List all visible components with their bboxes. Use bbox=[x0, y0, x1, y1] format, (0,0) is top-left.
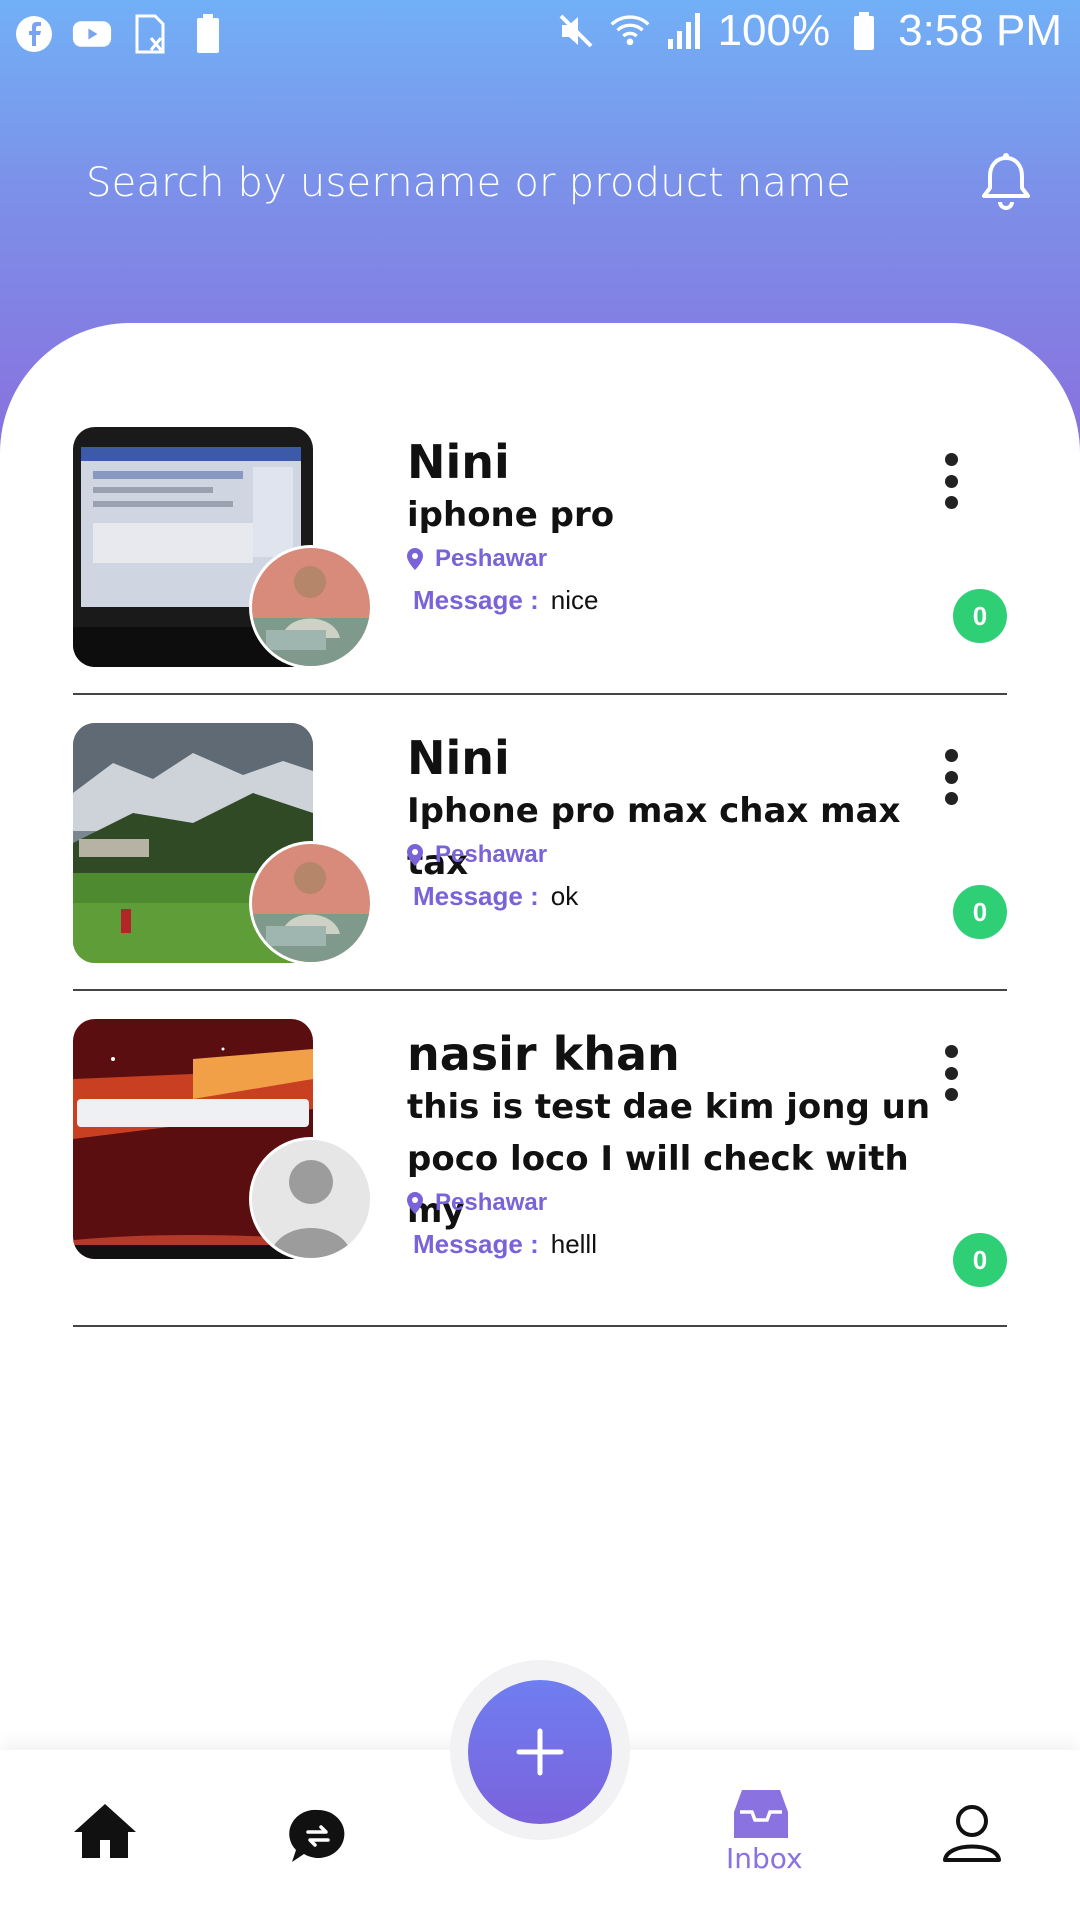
sim-icon bbox=[130, 14, 170, 54]
user-name: nasir khan bbox=[407, 1027, 680, 1081]
avatar bbox=[249, 841, 373, 965]
message-label: Message : bbox=[413, 881, 539, 911]
last-message: Message : helll bbox=[413, 1229, 597, 1260]
list-item[interactable]: Nini iphone pro Peshawar Message : nice 0 bbox=[73, 427, 1007, 669]
divider bbox=[73, 989, 1007, 991]
youtube-icon bbox=[72, 14, 112, 54]
message-text: nice bbox=[550, 585, 599, 615]
divider bbox=[73, 693, 1007, 695]
status-bar: 100% 3:58 PM bbox=[0, 0, 1080, 76]
facebook-icon bbox=[14, 14, 54, 54]
more-options-icon[interactable] bbox=[941, 453, 961, 509]
unread-badge: 0 bbox=[953, 589, 1007, 643]
divider bbox=[73, 1325, 1007, 1327]
message-text: helll bbox=[550, 1229, 597, 1259]
search-input[interactable]: Search by username or product name bbox=[86, 160, 851, 206]
home-icon[interactable] bbox=[72, 1800, 138, 1865]
product-name: Iphone pro max chax max tax bbox=[407, 791, 901, 883]
user-name: Nini bbox=[407, 435, 510, 489]
list-item[interactable]: nasir khan this is test dae kim jong un … bbox=[73, 1019, 1007, 1319]
location: Peshawar bbox=[407, 841, 547, 869]
battery-saver-icon bbox=[188, 14, 228, 54]
battery-icon bbox=[844, 11, 884, 51]
location-text: Peshawar bbox=[435, 841, 548, 868]
last-message: Message : nice bbox=[413, 585, 598, 616]
user-name: Nini bbox=[407, 731, 510, 785]
inbox-label[interactable]: Inbox bbox=[726, 1842, 803, 1875]
location-pin-icon bbox=[407, 844, 423, 866]
mute-icon bbox=[556, 11, 596, 51]
location: Peshawar bbox=[407, 1189, 547, 1217]
location-pin-icon bbox=[407, 1192, 423, 1214]
last-message: Message : ok bbox=[413, 881, 578, 912]
unread-badge: 0 bbox=[953, 1233, 1007, 1287]
wifi-icon bbox=[610, 11, 650, 51]
more-options-icon[interactable] bbox=[941, 1045, 961, 1101]
location: Peshawar bbox=[407, 545, 547, 573]
more-options-icon[interactable] bbox=[941, 749, 961, 805]
message-label: Message : bbox=[413, 585, 539, 615]
bell-icon[interactable] bbox=[978, 152, 1034, 212]
clock: 3:58 PM bbox=[898, 6, 1062, 55]
avatar bbox=[249, 545, 373, 669]
avatar bbox=[249, 1137, 373, 1261]
plus-icon bbox=[516, 1728, 564, 1776]
message-label: Message : bbox=[413, 1229, 539, 1259]
battery-percent: 100% bbox=[717, 6, 831, 55]
product-name: iphone pro bbox=[407, 495, 615, 535]
inbox-icon[interactable] bbox=[734, 1788, 788, 1845]
profile-icon[interactable] bbox=[942, 1804, 1002, 1867]
location-pin-icon bbox=[407, 548, 423, 570]
signal-icon bbox=[664, 11, 704, 51]
unread-badge: 0 bbox=[953, 885, 1007, 939]
add-button[interactable] bbox=[468, 1680, 612, 1824]
list-item[interactable]: Nini Iphone pro max chax max tax Peshawa… bbox=[73, 723, 1007, 965]
exchange-icon[interactable] bbox=[288, 1806, 348, 1871]
message-text: ok bbox=[550, 881, 579, 911]
location-text: Peshawar bbox=[435, 545, 548, 572]
location-text: Peshawar bbox=[435, 1189, 548, 1216]
